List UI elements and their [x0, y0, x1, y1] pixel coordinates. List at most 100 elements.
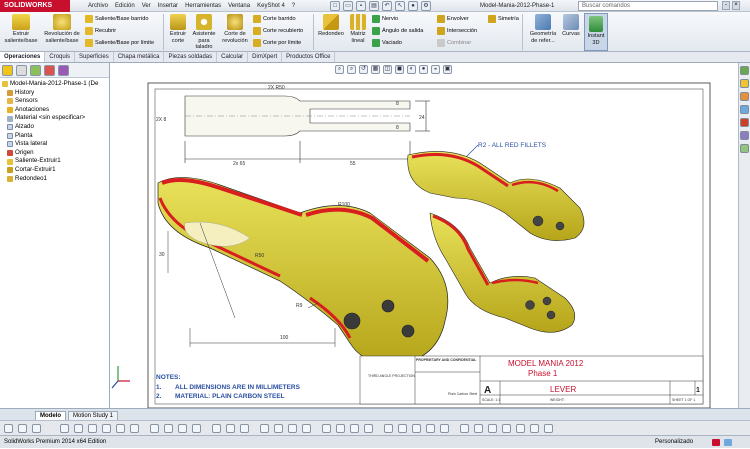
graphics-viewport[interactable]: ⌕ ⌕ ↺ ▦ ◫ ◼ ◐ ● ◒ ▣ 2X R50 2X 8 8 24 8 2…	[110, 63, 738, 408]
decal-icon[interactable]	[426, 424, 435, 433]
saliente-barrido-button[interactable]: Saliente/Base barrido	[85, 15, 149, 23]
menu-archivo[interactable]: Archivo	[88, 0, 108, 12]
relation-icon[interactable]	[164, 424, 173, 433]
matriz-lineal-button[interactable]: Matriz lineal	[346, 12, 370, 44]
record-icon[interactable]	[474, 424, 483, 433]
custom-properties-icon[interactable]	[740, 144, 749, 153]
tree-item-planta[interactable]: Planta	[2, 132, 109, 141]
appearance-icon[interactable]	[384, 424, 393, 433]
undo-icon[interactable]: ↶	[382, 1, 392, 11]
scene-icon[interactable]: ◒	[431, 65, 440, 74]
macro-icon[interactable]	[460, 424, 469, 433]
resources-icon[interactable]	[740, 66, 749, 75]
design-library-icon[interactable]	[740, 79, 749, 88]
pause-icon[interactable]	[502, 424, 511, 433]
tree-item-origen[interactable]: Origen	[2, 149, 109, 158]
open-icon[interactable]: ▭	[343, 1, 353, 11]
circle-icon[interactable]	[88, 424, 97, 433]
menu-keyshot[interactable]: KeyShot 4	[257, 0, 285, 12]
view-orientation-icon[interactable]: ◫	[383, 65, 392, 74]
zoom-area-icon[interactable]: ⌕	[347, 65, 356, 74]
edit-macro-icon[interactable]	[516, 424, 525, 433]
display-manager-tab-icon[interactable]	[58, 65, 69, 76]
tab-piezas-soldadas[interactable]: Piezas soldadas	[164, 52, 218, 62]
tab-dimxpert[interactable]: DimXpert	[248, 52, 283, 62]
scene-edit-icon[interactable]	[440, 424, 449, 433]
convert-icon[interactable]	[240, 424, 249, 433]
combinar-button[interactable]: Combinar	[437, 39, 471, 47]
offset-icon[interactable]	[226, 424, 235, 433]
appearances-icon[interactable]	[740, 131, 749, 140]
curvas-button[interactable]: Curvas	[560, 12, 582, 38]
folder-icon[interactable]	[18, 424, 27, 433]
tab-croquis[interactable]: Croquis	[45, 52, 76, 62]
new-icon[interactable]: □	[330, 1, 340, 11]
tree-item-saliente-extruir1[interactable]: Saliente-Extruir1	[2, 157, 109, 166]
recubrir-button[interactable]: Recubrir	[85, 27, 116, 35]
document-icon[interactable]	[32, 424, 41, 433]
start-icon[interactable]	[4, 424, 13, 433]
previous-view-icon[interactable]: ↺	[359, 65, 368, 74]
sketch-icon[interactable]	[60, 424, 69, 433]
vaciado-button[interactable]: Vaciado	[372, 39, 402, 47]
print-icon[interactable]: ▤	[369, 1, 379, 11]
zoom-to-fit-icon[interactable]: ⌕	[335, 65, 344, 74]
extruir-corte-button[interactable]: Extruir corte	[166, 12, 190, 44]
tree-item-redondeo1[interactable]: Redondeo1	[2, 175, 109, 184]
feature-tree-tab-icon[interactable]	[2, 65, 13, 76]
tab-motion-study[interactable]: Motion Study 1	[68, 411, 119, 420]
property-manager-tab-icon[interactable]	[16, 65, 27, 76]
mass-properties-icon[interactable]	[336, 424, 345, 433]
angulo-salida-button[interactable]: Ángulo de salida	[372, 27, 423, 35]
view-palette-icon[interactable]	[740, 118, 749, 127]
lights-icon[interactable]	[398, 424, 407, 433]
interseccion-button[interactable]: Intersección	[437, 27, 477, 35]
tab-modelo[interactable]: Modelo	[35, 411, 66, 420]
tree-item-vista-lateral[interactable]: Vista lateral	[2, 140, 109, 149]
search-input[interactable]: Buscar comandos	[578, 1, 718, 11]
tree-item-history[interactable]: History	[2, 89, 109, 98]
mirror-entities-icon[interactable]	[212, 424, 221, 433]
line-icon[interactable]	[74, 424, 83, 433]
section-view-icon[interactable]: ▦	[371, 65, 380, 74]
tab-productos-office[interactable]: Productos Office	[282, 52, 336, 62]
help-icon[interactable]	[544, 424, 553, 433]
help-status-icon[interactable]	[724, 439, 732, 446]
tab-chapa-metalica[interactable]: Chapa metálica	[114, 52, 165, 62]
tree-item-alzado[interactable]: Alzado	[2, 123, 109, 132]
status-units[interactable]: Personalizado	[655, 436, 693, 449]
revolucion-saliente-button[interactable]: Revolución de saliente/base	[42, 12, 82, 44]
corte-barrido-button[interactable]: Corte barrido	[253, 15, 296, 23]
display-style-icon[interactable]: ◼	[395, 65, 404, 74]
tree-item-sensors[interactable]: Sensors	[2, 97, 109, 106]
options-small-icon[interactable]	[530, 424, 539, 433]
tab-superficies[interactable]: Superficies	[75, 52, 114, 62]
rebuild-status-icon[interactable]	[712, 439, 720, 446]
corte-recubierto-button[interactable]: Corte recubierto	[253, 27, 303, 35]
menu-help[interactable]: ?	[292, 0, 295, 12]
redondeo-button[interactable]: Redondeo	[316, 12, 346, 38]
view-front-icon[interactable]	[260, 424, 269, 433]
corte-revolucion-button[interactable]: Corte de revolución	[219, 12, 251, 44]
hide-show-icon[interactable]: ◐	[407, 65, 416, 74]
measure-icon[interactable]	[322, 424, 331, 433]
tab-calcular[interactable]: Calcular	[217, 52, 249, 62]
stop-icon[interactable]	[488, 424, 497, 433]
menu-ventana[interactable]: Ventana	[228, 0, 250, 12]
tree-item-material[interactable]: Material <sin especificar>	[2, 114, 109, 123]
corte-limite-button[interactable]: Corte por límite	[253, 39, 301, 47]
section-icon[interactable]	[350, 424, 359, 433]
tab-operaciones[interactable]: Operaciones	[0, 52, 46, 62]
view-right-icon[interactable]	[288, 424, 297, 433]
dimension-icon[interactable]	[150, 424, 159, 433]
tree-item-anotaciones[interactable]: Anotaciones	[2, 106, 109, 115]
menu-herramientas[interactable]: Herramientas	[185, 0, 221, 12]
file-explorer-icon[interactable]	[740, 92, 749, 101]
spline-icon[interactable]	[116, 424, 125, 433]
edit-appearance-icon[interactable]: ●	[419, 65, 428, 74]
geometria-ref-button[interactable]: Geometría de refer...	[526, 12, 560, 44]
view-iso-icon[interactable]	[302, 424, 311, 433]
render-icon[interactable]	[364, 424, 373, 433]
arc-icon[interactable]	[102, 424, 111, 433]
search-icon[interactable]	[740, 105, 749, 114]
